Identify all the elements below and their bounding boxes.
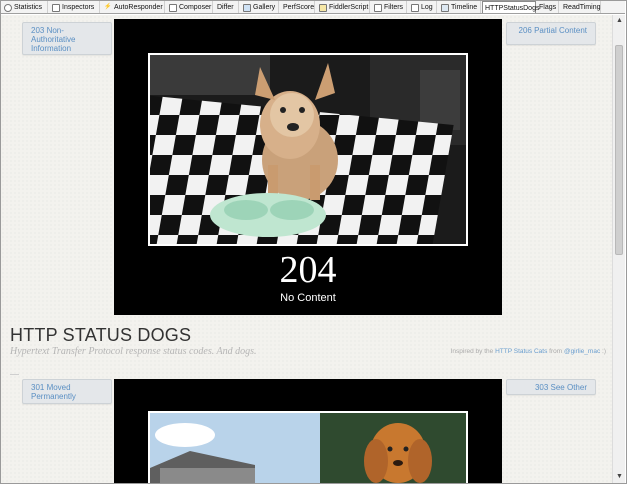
log-icon: [411, 3, 419, 12]
http-status-cats-link[interactable]: HTTP Status Cats: [495, 348, 547, 355]
tab-fiddlerscript[interactable]: FiddlerScript: [317, 1, 370, 13]
statistics-icon: [4, 3, 12, 12]
dog-photo-image: [150, 55, 466, 244]
next-status-button-2[interactable]: 303 See Other: [506, 379, 596, 395]
vertical-scrollbar[interactable]: ▲ ▼: [612, 15, 625, 483]
next-status-label-2: 303 See Other: [534, 383, 587, 392]
status-card-204: 204 No Content: [114, 19, 502, 315]
scroll-down-arrow-icon[interactable]: ▼: [613, 471, 626, 483]
credits: Inspired by the HTTP Status Cats from @g…: [450, 348, 606, 355]
tab-statistics[interactable]: Statistics: [2, 1, 48, 13]
tab-timeline[interactable]: Timeline: [439, 1, 481, 13]
scroll-thumb[interactable]: [615, 45, 623, 255]
gallery-icon: [243, 3, 251, 12]
dog-photo-2: [148, 411, 468, 483]
next-status-button[interactable]: 206 Partial Content: [506, 22, 596, 45]
tab-httpstatusdogs[interactable]: HTTPStatusDogs: [482, 1, 539, 13]
tab-readtiming[interactable]: ReadTiming: [561, 1, 601, 13]
dog-photo: [148, 53, 468, 246]
tab-gallery[interactable]: Gallery: [241, 1, 279, 13]
lightning-icon: ⚡: [104, 3, 112, 10]
site-tagline: Hypertext Transfer Protocol response sta…: [10, 346, 257, 357]
tab-perfscore[interactable]: PerfScore: [281, 1, 315, 13]
scroll-up-arrow-icon[interactable]: ▲: [613, 15, 626, 27]
status-description: No Content: [280, 292, 336, 304]
tab-strip: Statistics Inspectors ⚡ AutoResponder Com…: [1, 1, 625, 14]
timeline-icon: [441, 3, 449, 12]
inspectors-icon: [52, 3, 60, 12]
tab-inspectors[interactable]: Inspectors: [50, 1, 100, 13]
checkbox-icon[interactable]: [374, 3, 382, 12]
next-status-label: 206 Partial Content: [518, 26, 588, 35]
tab-flags[interactable]: Flags: [537, 1, 559, 13]
prev-status-label-2: 301 Moved Permanently: [31, 383, 76, 401]
prev-status-button[interactable]: 203 Non-Authoritative Information: [22, 22, 112, 55]
status-code: 204: [279, 249, 337, 291]
tab-composer[interactable]: Composer: [167, 1, 213, 13]
status-card-302: [114, 379, 502, 483]
prev-status-label: 203 Non-Authoritative Information: [31, 26, 76, 53]
girlie-mac-link[interactable]: @girlie_mac: [564, 348, 600, 355]
composer-icon: [169, 3, 177, 12]
web-viewport: 203 Non-Authoritative Information 206 Pa…: [1, 15, 612, 483]
prev-status-button-2[interactable]: 301 Moved Permanently: [22, 379, 112, 404]
tab-autoresponder[interactable]: ⚡ AutoResponder: [102, 1, 165, 13]
tab-differ[interactable]: Differ: [215, 1, 239, 13]
tab-filters[interactable]: Filters: [372, 1, 407, 13]
tab-log[interactable]: Log: [409, 1, 437, 13]
header-divider: [10, 374, 19, 375]
dog-photo-2-image: [150, 413, 466, 483]
script-icon: [319, 3, 327, 12]
site-title: HTTP STATUS DOGS: [10, 325, 192, 345]
